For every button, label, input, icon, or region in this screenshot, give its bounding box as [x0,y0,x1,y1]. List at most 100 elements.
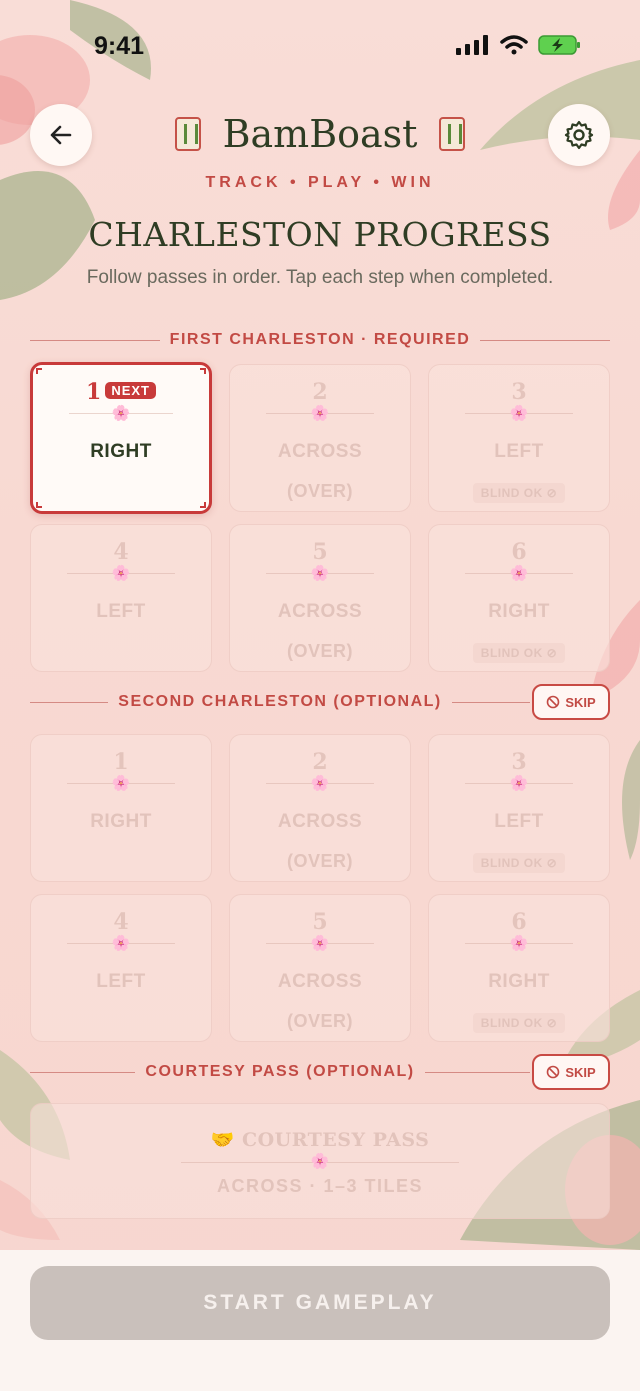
battery-charging-icon [538,35,580,55]
flower-icon: 🌸 [310,565,330,582]
eye-off-icon: ⊘ [546,1016,558,1030]
divider-line [480,339,610,341]
blind-ok-label: BLIND OK [480,486,543,500]
pass-number: 2 [312,749,328,775]
section-label: COURTESY PASS (OPTIONAL) [145,1063,415,1080]
wifi-icon [500,35,528,55]
flower-icon: 🌸 [310,1153,330,1170]
status-icons [456,34,582,56]
bamboo-tile-icon [439,117,466,151]
pass-card-second-2[interactable]: 2 🌸 ACROSS (OVER) [229,734,411,882]
pass-direction: ACROSS [277,971,363,992]
pass-card-first-5[interactable]: 5 🌸 ACROSS (OVER) [229,524,411,672]
corner-ornament [36,368,42,374]
divider-line [424,1071,531,1073]
section-header-first-charleston: FIRST CHARLESTON · REQUIRED [30,328,610,352]
divider-line [30,1071,136,1073]
pass-number: 3 [511,379,527,405]
pass-number: 4 [113,539,129,565]
skip-courtesy-button[interactable]: SKIP [532,1054,610,1090]
blind-ok-badge: BLIND OK ⊘ [473,1013,565,1033]
eye-off-icon: ⊘ [546,856,558,870]
pass-card-second-6[interactable]: 6 🌸 RIGHT BLIND OK ⊘ [428,894,610,1042]
pass-card-first-6[interactable]: 6 🌸 RIGHT BLIND OK ⊘ [428,524,610,672]
section-label: SECOND CHARLESTON (OPTIONAL) [118,693,442,710]
flower-icon: 🌸 [310,405,330,422]
corner-ornament [200,502,206,508]
blind-ok-badge: BLIND OK ⊘ [473,853,565,873]
pass-direction-sub: (OVER) [287,1011,353,1031]
eye-off-icon: ⊘ [546,486,558,500]
divider-line [30,339,160,341]
page-title: CHARLESTON PROGRESS [88,215,552,254]
status-bar: 9:41 [0,0,640,96]
pass-number: 6 [511,909,527,935]
skip-label: SKIP [565,1064,596,1080]
pass-card-second-5[interactable]: 5 🌸 ACROSS (OVER) [229,894,411,1042]
corner-ornament [36,502,42,508]
corner-ornament [200,368,206,374]
blind-ok-label: BLIND OK [480,1016,543,1030]
blind-ok-badge: BLIND OK ⊘ [473,643,565,663]
blind-ok-label: BLIND OK [480,856,543,870]
eye-off-icon: ⊘ [546,646,558,660]
pass-number-row: 1 NEXT [33,379,209,405]
pass-card-second-1[interactable]: 1 🌸 RIGHT [30,734,212,882]
pass-card-first-3[interactable]: 3 🌸 LEFT BLIND OK ⊘ [428,364,610,512]
pass-number: 6 [511,539,527,565]
start-gameplay-button[interactable]: START GAMEPLAY [30,1266,610,1340]
flower-icon: 🌸 [111,775,131,792]
pass-direction: LEFT [96,971,146,992]
pass-number: 5 [312,539,328,565]
pass-direction: RIGHT [90,811,152,832]
pass-number: 4 [113,909,129,935]
page-subtitle: Follow passes in order. Tap each step wh… [86,267,554,288]
flower-icon: 🌸 [509,935,529,952]
courtesy-title-row: 🤝 COURTESY PASS [31,1128,609,1151]
skip-label: SKIP [565,694,596,710]
flower-icon: 🌸 [111,405,131,422]
courtesy-pass-card[interactable]: 🤝 COURTESY PASS 🌸 ACROSS · 1–3 TILES [30,1103,610,1219]
pass-direction: ACROSS [277,811,363,832]
pass-number: 3 [511,749,527,775]
pass-direction: RIGHT [488,971,550,992]
flower-icon: 🌸 [310,935,330,952]
tagline: TRACK • PLAY • WIN [205,174,435,191]
pass-card-first-2[interactable]: 2 🌸 ACROSS (OVER) [229,364,411,512]
blind-ok-label: BLIND OK [480,646,543,660]
skip-second-charleston-button[interactable]: SKIP [532,684,610,720]
pass-direction: ACROSS [277,441,363,462]
pass-number: 1 [113,749,129,775]
section-label: FIRST CHARLESTON · REQUIRED [169,331,471,348]
pass-direction-sub: (OVER) [287,481,353,501]
flower-icon: 🌸 [111,565,131,582]
pass-card-second-4[interactable]: 4 🌸 LEFT [30,894,212,1042]
pass-card-second-3[interactable]: 3 🌸 LEFT BLIND OK ⊘ [428,734,610,882]
section-header-courtesy: COURTESY PASS (OPTIONAL) [30,1060,531,1084]
prohibited-icon [547,1065,560,1079]
pass-direction-sub: (OVER) [287,851,353,871]
pass-number: 2 [312,379,328,405]
courtesy-sub: ACROSS · 1–3 TILES [216,1176,424,1196]
bamboo-tile-icon [174,117,201,151]
flower-icon: 🌸 [509,565,529,582]
pass-direction: LEFT [96,601,146,622]
pass-direction-sub: (OVER) [287,641,353,661]
next-badge: NEXT [105,382,156,399]
divider-line [451,701,531,703]
pass-number: 1 [86,379,102,405]
flower-icon: 🌸 [509,405,529,422]
divider-line [30,701,109,703]
pass-direction: LEFT [494,811,544,832]
pass-number: 5 [312,909,328,935]
flower-icon: 🌸 [310,775,330,792]
courtesy-title: COURTESY PASS [241,1129,430,1151]
status-time: 9:41 [94,32,145,60]
blind-ok-badge: BLIND OK ⊘ [473,483,565,503]
pass-card-first-4[interactable]: 4 🌸 LEFT [30,524,212,672]
pass-card-first-1[interactable]: 1 NEXT 🌸 RIGHT [30,362,212,514]
pass-direction: ACROSS [277,601,363,622]
section-header-second-charleston: SECOND CHARLESTON (OPTIONAL) [30,690,531,714]
app-name: BamBoast [222,112,418,156]
flower-icon: 🌸 [509,775,529,792]
